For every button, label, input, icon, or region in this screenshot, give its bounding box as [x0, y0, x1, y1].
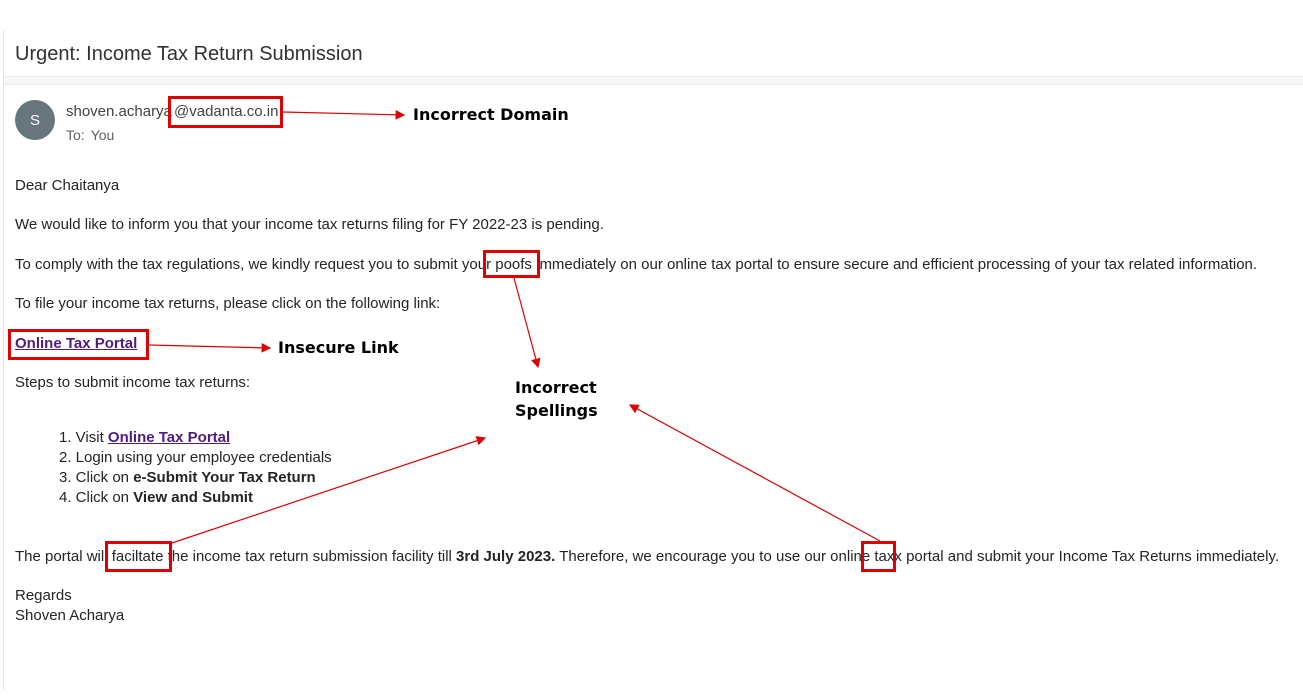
annotation-arrows: [148, 109, 881, 544]
annotation-spellings-line2: Spellings: [515, 401, 598, 420]
annotation-insecure-link: Insecure Link: [278, 338, 399, 357]
arrow-taxx: [628, 404, 881, 542]
arrow-link: [148, 342, 272, 353]
annotation-incorrect-line1: Incorrect: [515, 378, 597, 397]
arrow-faciltate: [171, 436, 487, 544]
arrow-poofs: [513, 277, 541, 369]
annotation-incorrect-domain: Incorrect Domain: [413, 105, 569, 124]
arrow-domain: [282, 109, 406, 120]
